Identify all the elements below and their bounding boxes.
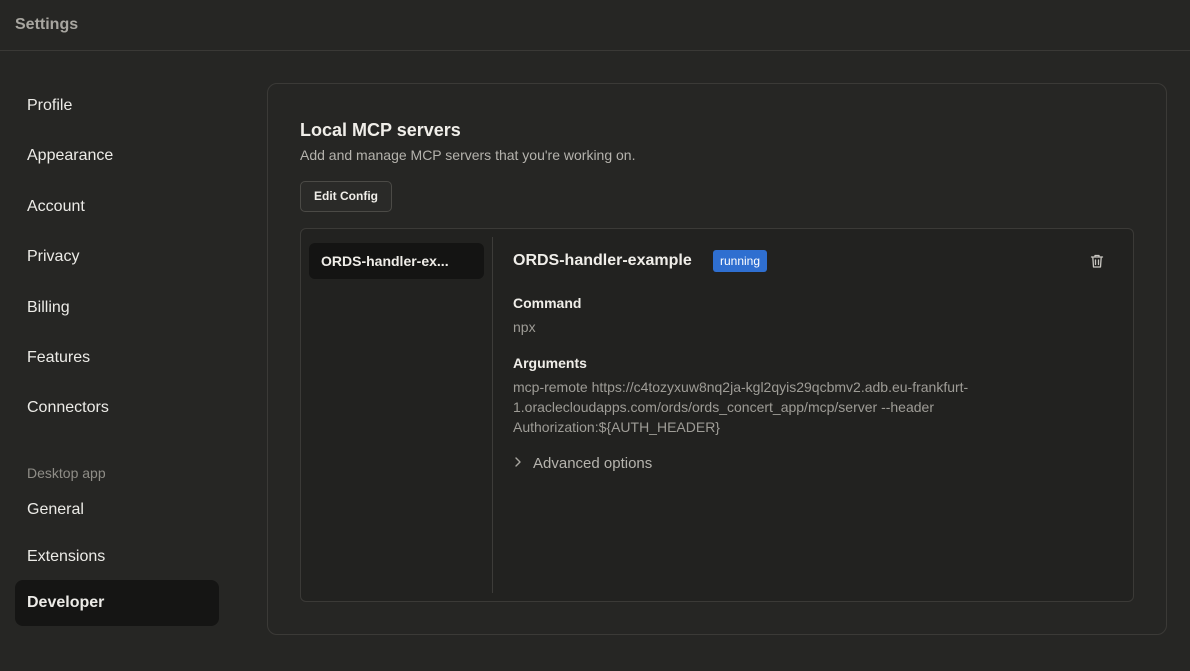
arguments-line: 1.oraclecloudapps.com/ords/ords_concert_… bbox=[513, 399, 934, 415]
sidebar-item-connectors[interactable]: Connectors bbox=[15, 385, 219, 431]
sidebar-item-privacy[interactable]: Privacy bbox=[15, 234, 219, 280]
arguments-value: mcp-remote https://c4tozyxuw8nq2ja-kgl2q… bbox=[513, 377, 1073, 437]
sidebar-item-developer[interactable]: Developer bbox=[15, 580, 219, 626]
arguments-line: Authorization:${AUTH_HEADER} bbox=[513, 419, 720, 435]
servers-box: ORDS-handler-ex... ORDS-handler-example … bbox=[300, 228, 1134, 602]
trash-icon[interactable] bbox=[1088, 252, 1106, 270]
window-title: Settings bbox=[15, 16, 79, 33]
sidebar-item-general[interactable]: General bbox=[15, 487, 219, 533]
divider bbox=[492, 237, 493, 593]
sidebar-item-billing[interactable]: Billing bbox=[15, 285, 219, 331]
advanced-options-label: Advanced options bbox=[533, 455, 653, 472]
status-badge: running bbox=[713, 250, 768, 272]
command-label: Command bbox=[513, 295, 582, 311]
panel-title: Local MCP servers bbox=[300, 120, 461, 140]
sidebar-item-features[interactable]: Features bbox=[15, 335, 219, 381]
sidebar-item-profile[interactable]: Profile bbox=[15, 83, 219, 129]
server-list-item[interactable]: ORDS-handler-ex... bbox=[309, 243, 484, 279]
command-value: npx bbox=[513, 319, 536, 335]
title-bar: Settings bbox=[0, 0, 1190, 51]
edit-config-button[interactable]: Edit Config bbox=[300, 181, 392, 212]
sidebar-section-desktop-app: Desktop app bbox=[27, 465, 106, 481]
sidebar-item-extensions[interactable]: Extensions bbox=[15, 534, 219, 580]
arguments-label: Arguments bbox=[513, 355, 587, 371]
chevron-right-icon bbox=[513, 455, 527, 472]
mcp-servers-panel: Local MCP servers Add and manage MCP ser… bbox=[267, 83, 1167, 635]
advanced-options-toggle[interactable]: Advanced options bbox=[513, 455, 652, 472]
sidebar-item-account[interactable]: Account bbox=[15, 184, 219, 230]
panel-subtitle: Add and manage MCP servers that you're w… bbox=[300, 147, 636, 163]
arguments-line: mcp-remote https://c4tozyxuw8nq2ja-kgl2q… bbox=[513, 379, 969, 395]
server-name: ORDS-handler-example bbox=[513, 252, 692, 269]
sidebar-item-appearance[interactable]: Appearance bbox=[15, 133, 219, 179]
